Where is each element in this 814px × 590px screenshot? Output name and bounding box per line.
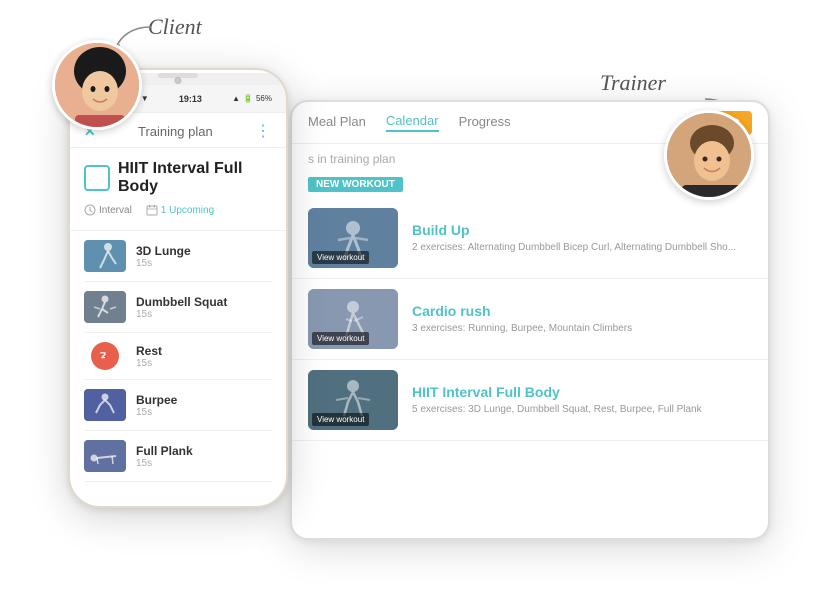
workout-card-build-up: View workout Build Up 2 exercises: Alter…	[292, 198, 768, 279]
trainer-label: Trainer	[600, 70, 666, 96]
exercise-name: Full Plank	[136, 444, 272, 458]
lunge-image	[84, 240, 126, 272]
interval-icon	[84, 204, 96, 216]
exercise-duration: 15s	[136, 407, 272, 418]
trainer-avatar	[664, 110, 754, 200]
calendar-icon	[146, 204, 158, 216]
subtitle-text: s in training plan	[308, 152, 395, 166]
view-workout-label[interactable]: View workout	[312, 251, 369, 264]
exercise-item: Full Plank 15s	[84, 431, 272, 482]
rest-icon	[91, 342, 119, 370]
exercise-duration: 15s	[136, 458, 272, 469]
status-time: 19:13	[179, 94, 202, 104]
exercise-name: Burpee	[136, 393, 272, 407]
workout-title: HIIT Interval Full Body	[84, 160, 272, 196]
exercise-list: 3D Lunge 15s Dumbbell Squat	[84, 231, 272, 482]
new-workout-badge: NEW WORKOUT	[308, 177, 403, 192]
workout-card-hiit: View workout HIIT Interval Full Body 5 e…	[292, 360, 768, 441]
exercise-item: Rest 15s	[84, 333, 272, 380]
workout-name[interactable]: Cardio rush	[412, 303, 752, 319]
nav-progress[interactable]: Progress	[459, 114, 511, 131]
nav-title: Training plan	[138, 124, 213, 139]
workout-card-cardio: View workout Cardio rush 3 exercises: Ru…	[292, 279, 768, 360]
client-avatar	[52, 40, 142, 130]
workout-name[interactable]: HIIT Interval Full Body	[412, 384, 752, 400]
workout-title-text: HIIT Interval Full Body	[118, 160, 272, 196]
workout-info: Build Up 2 exercises: Alternating Dumbbe…	[412, 222, 752, 255]
exercise-item: Burpee 15s	[84, 380, 272, 431]
phone-mockup: Fido ▼ 19:13 ▲ 🔋 56% ✕ Training plan ⋮ H…	[68, 68, 288, 508]
nav-meal-plan[interactable]: Meal Plan	[308, 114, 366, 131]
exercise-duration: 15s	[136, 309, 272, 320]
meta-type: Interval	[99, 205, 132, 216]
battery-text: 56%	[256, 94, 272, 103]
exercise-item: 3D Lunge 15s	[84, 231, 272, 282]
nav-calendar[interactable]: Calendar	[386, 113, 439, 132]
workout-icon	[84, 165, 110, 191]
exercise-name: 3D Lunge	[136, 244, 272, 258]
workout-meta: Interval 1 Upcoming	[84, 204, 272, 216]
workout-thumbnail: View workout	[308, 370, 398, 430]
phone-status-right: ▲ 🔋 56%	[232, 94, 272, 103]
workout-info: HIIT Interval Full Body 5 exercises: 3D …	[412, 384, 752, 417]
workout-thumbnail: View workout	[308, 208, 398, 268]
exercise-name: Rest	[136, 344, 272, 358]
view-workout-label[interactable]: View workout	[312, 413, 369, 426]
workout-exercises: 5 exercises: 3D Lunge, Dumbbell Squat, R…	[412, 403, 752, 417]
workout-thumbnail: View workout	[308, 289, 398, 349]
workout-name[interactable]: Build Up	[412, 222, 752, 238]
burpee-image	[84, 389, 126, 421]
squat-image	[84, 291, 126, 323]
more-options-button[interactable]: ⋮	[255, 121, 272, 141]
workout-info: Cardio rush 3 exercises: Running, Burpee…	[412, 303, 752, 336]
plank-image	[84, 440, 126, 472]
exercise-item: Dumbbell Squat 15s	[84, 282, 272, 333]
exercise-duration: 15s	[136, 258, 272, 269]
upcoming-link[interactable]: 1 Upcoming	[161, 205, 214, 216]
exercise-duration: 15s	[136, 358, 272, 369]
view-workout-label[interactable]: View workout	[312, 332, 369, 345]
exercise-name: Dumbbell Squat	[136, 295, 272, 309]
workout-exercises: 3 exercises: Running, Burpee, Mountain C…	[412, 322, 752, 336]
workout-exercises: 2 exercises: Alternating Dumbbell Bicep …	[412, 241, 752, 255]
